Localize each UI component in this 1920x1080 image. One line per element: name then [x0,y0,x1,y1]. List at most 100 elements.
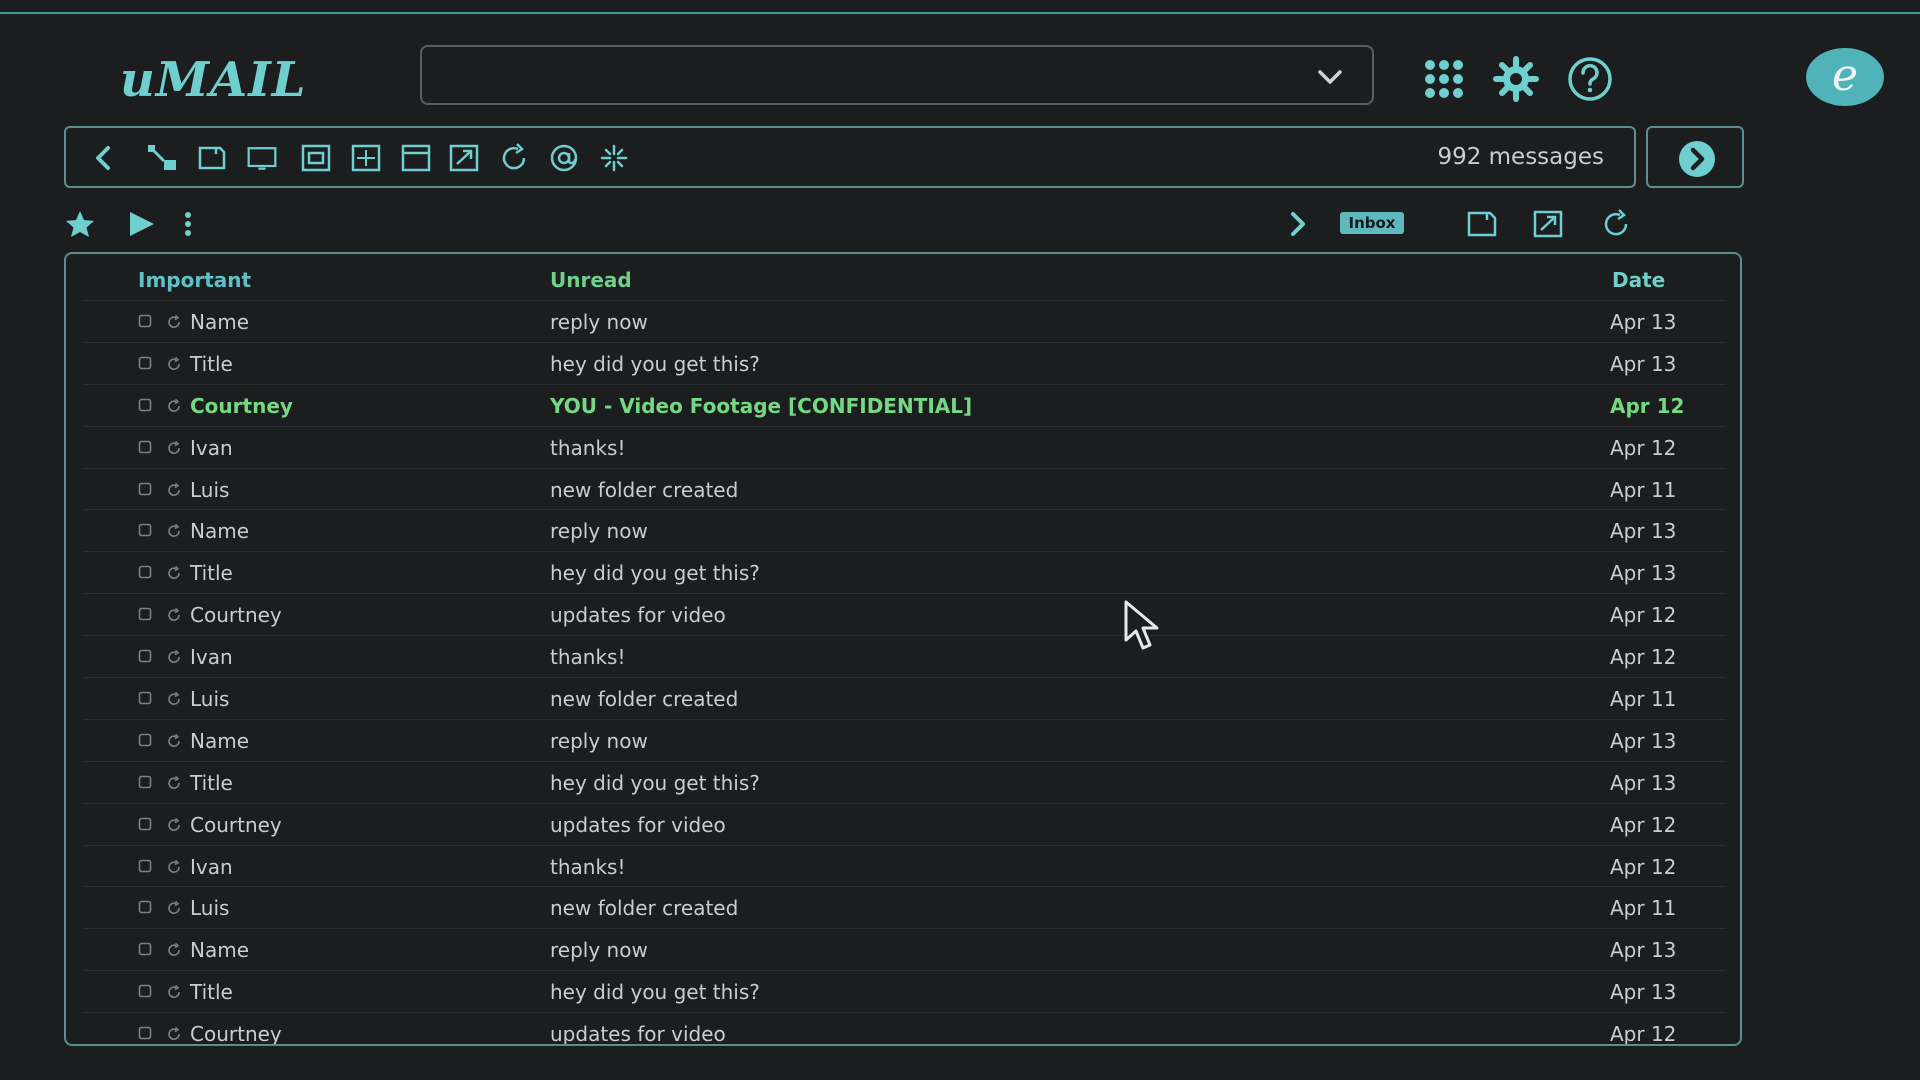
row-date: Apr 13 [1610,351,1677,376]
row-subject: new folder created [550,477,739,502]
refresh-row-icon[interactable] [166,775,182,791]
folder-badge[interactable]: Inbox [1340,212,1404,234]
table-row[interactable]: Courtney updates for video Apr 12 [84,802,1726,845]
row-sender: Name [190,519,250,544]
refresh-row-icon[interactable] [166,859,182,875]
back-icon[interactable] [88,142,120,174]
checkbox-icon[interactable] [138,775,152,789]
checkbox-icon[interactable] [138,984,152,998]
checkbox-icon[interactable] [138,523,152,537]
checkbox-icon[interactable] [138,482,152,496]
checkbox-icon[interactable] [138,314,152,328]
refresh-row-icon[interactable] [166,649,182,665]
play-icon[interactable] [126,208,158,240]
message-list: Important Unread Date Name reply now Apr 1… [64,252,1742,1046]
checkbox-icon[interactable] [138,942,152,956]
checkbox-icon[interactable] [138,859,152,873]
row-subject: hey did you get this? [550,770,760,795]
checkbox-icon[interactable] [138,649,152,663]
column-header-important[interactable]: Important [138,268,251,292]
refresh-icon[interactable] [498,142,530,174]
row-date: Apr 13 [1610,980,1677,1005]
table-row[interactable]: Luis new folder created Apr 11 [84,886,1726,928]
checkbox-icon[interactable] [138,817,152,831]
refresh-row-icon[interactable] [166,733,182,749]
table-row[interactable]: Title hey did you get this? Apr 13 [84,760,1726,803]
table-row[interactable]: Name reply now Apr 13 [84,928,1726,970]
checkbox-icon[interactable] [138,1026,152,1040]
column-header-unread[interactable]: Unread [550,268,632,292]
table-row[interactable]: Name reply now Apr 13 [84,300,1726,342]
search-input[interactable] [438,47,1302,105]
help-icon[interactable] [1566,55,1614,103]
refresh-row-icon[interactable] [166,1026,182,1042]
archive-icon[interactable] [196,142,228,174]
refresh-row-icon[interactable] [166,356,182,372]
message-rows: Name reply now Apr 13 Title hey did you get … [84,300,1726,1044]
table-row[interactable]: Name reply now Apr 13 [84,509,1726,551]
row-sender: Luis [190,687,230,712]
table-row[interactable]: Courtney updates for video Apr 12 [84,1012,1726,1044]
next-page-button[interactable] [1646,126,1744,188]
frame-icon[interactable] [300,142,332,174]
more-vertical-icon[interactable] [172,208,204,240]
row-date: Apr 12 [1610,812,1677,837]
row-sender: Title [190,770,233,795]
avatar[interactable]: e [1806,48,1884,106]
refresh-row-icon[interactable] [166,691,182,707]
app-logo[interactable]: uMAIL [120,52,306,108]
gear-icon[interactable] [1492,55,1540,103]
table-row[interactable]: Name reply now Apr 13 [84,718,1726,761]
row-subject: thanks! [550,435,626,460]
row-subject: updates for video [550,603,726,628]
refresh-row-icon[interactable] [166,440,182,456]
row-date: Apr 13 [1610,310,1677,334]
table-row[interactable]: Title hey did you get this? Apr 13 [84,341,1726,384]
refresh-row-icon[interactable] [166,984,182,1000]
table-row[interactable]: Luis new folder created Apr 11 [84,677,1726,719]
refresh-row-icon[interactable] [166,607,182,623]
checkbox-icon[interactable] [138,733,152,747]
sparkle-icon[interactable] [598,142,630,174]
star-icon[interactable] [64,208,96,240]
open-external-icon[interactable] [448,142,480,174]
archive-small-icon[interactable] [1466,208,1498,240]
chevron-down-icon[interactable] [1316,63,1344,91]
checkbox-icon[interactable] [138,691,152,705]
refresh-row-icon[interactable] [166,900,182,916]
refresh-row-icon[interactable] [166,942,182,958]
search-bar[interactable] [420,45,1374,105]
table-row[interactable]: Ivan thanks! Apr 12 [84,425,1726,468]
table-row[interactable]: Title hey did you get this? Apr 13 [84,970,1726,1012]
checkbox-icon[interactable] [138,440,152,454]
table-row[interactable]: Title hey did you get this? Apr 13 [84,551,1726,593]
apps-grid-icon[interactable] [1420,55,1468,103]
row-date: Apr 11 [1610,477,1677,502]
mention-icon[interactable] [548,142,580,174]
move-icon[interactable] [146,142,178,174]
refresh-row-icon[interactable] [166,565,182,581]
checkbox-icon[interactable] [138,607,152,621]
table-row[interactable]: Courtney YOU - Video Footage [CONFIDENTIA… [84,383,1726,426]
table-row[interactable]: Ivan thanks! Apr 12 [84,635,1726,677]
refresh-row-icon[interactable] [166,482,182,498]
table-row[interactable]: Luis new folder created Apr 11 [84,467,1726,510]
checkbox-icon[interactable] [138,565,152,579]
table-row[interactable]: Ivan thanks! Apr 12 [84,844,1726,887]
window-icon[interactable] [246,142,278,174]
refresh-row-icon[interactable] [166,398,182,414]
column-header-date[interactable]: Date [1612,268,1665,292]
row-subject: reply now [550,519,648,544]
checkbox-icon[interactable] [138,398,152,412]
checkbox-icon[interactable] [138,900,152,914]
checkbox-icon[interactable] [138,356,152,370]
refresh-row-icon[interactable] [166,523,182,539]
breadcrumb-chevron-icon[interactable] [1282,208,1314,240]
grid-icon[interactable] [350,142,382,174]
table-row[interactable]: Courtney updates for video Apr 12 [84,593,1726,635]
open-external-small-icon[interactable] [1532,208,1564,240]
refresh-row-icon[interactable] [166,817,182,833]
layout-icon[interactable] [400,142,432,174]
refresh-row-icon[interactable] [166,314,182,330]
refresh-small-icon[interactable] [1600,208,1632,240]
